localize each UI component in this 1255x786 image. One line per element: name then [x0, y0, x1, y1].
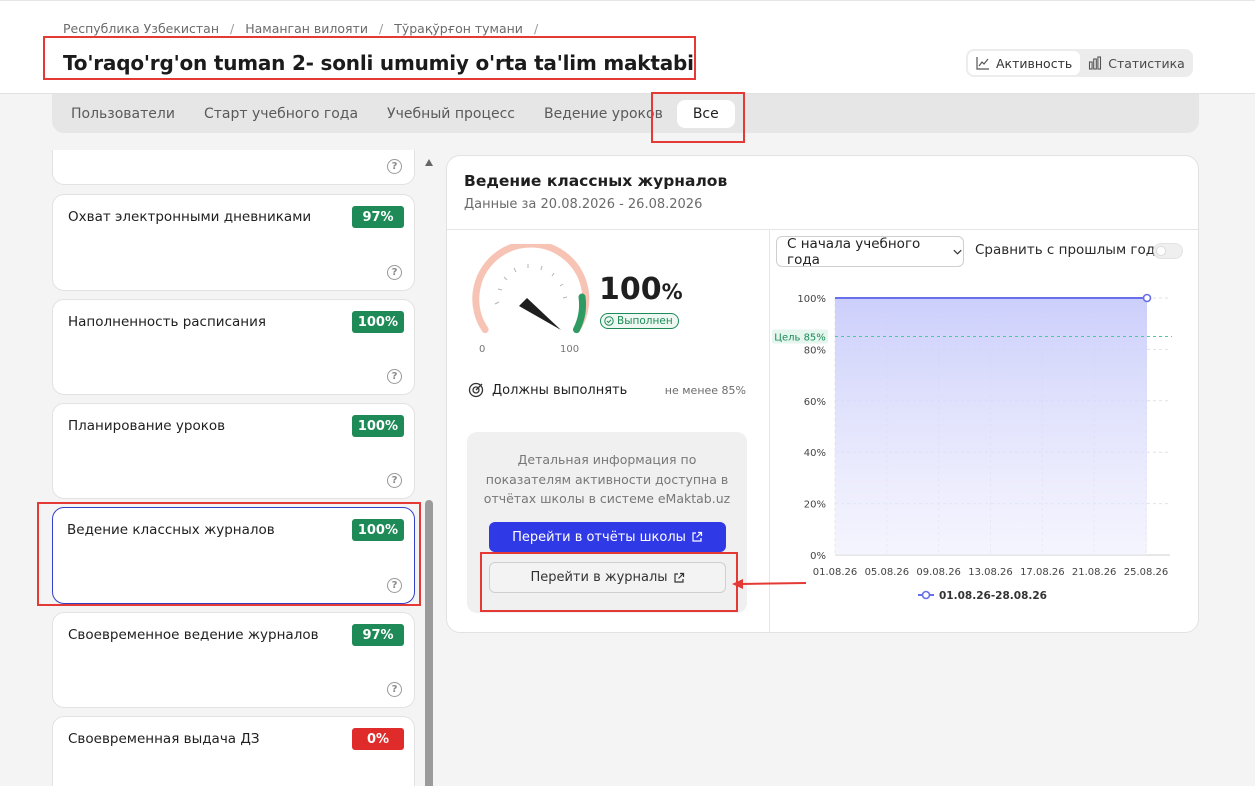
gauge-chart: 0 100	[472, 244, 590, 355]
breadcrumb-separator: /	[378, 21, 384, 36]
help-icon[interactable]: ?	[387, 265, 402, 280]
metric-card-timely-homework[interactable]: Своевременная выдача ДЗ 0%	[52, 716, 415, 786]
metric-card-timely-journals[interactable]: Своевременное ведение журналов 97% ?	[52, 612, 415, 708]
metric-label: Планирование уроков	[68, 418, 226, 434]
breadcrumb-separator: /	[533, 21, 539, 36]
y-tick-label: 20%	[804, 500, 826, 511]
check-circle-icon	[604, 316, 614, 326]
annotation-highlight-button	[480, 552, 738, 612]
annotation-highlight-card	[37, 502, 421, 606]
toggle-knob	[1156, 246, 1166, 256]
gauge-min-label: 0	[479, 344, 485, 355]
y-tick-label: 40%	[804, 448, 826, 459]
target-requirement: Должны выполнять	[468, 382, 627, 398]
series-end-point	[1142, 293, 1152, 303]
y-tick-label: 60%	[804, 397, 826, 408]
statistics-view-button[interactable]: Статистика	[1080, 51, 1193, 75]
view-toggle: Активность Статистика	[966, 49, 1193, 77]
statistics-view-label: Статистика	[1108, 55, 1185, 71]
x-tick-label: 25.08.26	[1124, 567, 1169, 578]
progress-chart: Цель 85% 0% 20% 40% 60% 80% 100% 01.08.26 05.0…	[772, 293, 1172, 602]
help-icon[interactable]: ?	[387, 369, 402, 384]
tab-learning-process[interactable]: Учебный процесс	[387, 100, 515, 128]
status-badge: Выполнен	[600, 313, 679, 329]
metric-label: Наполненность расписания	[68, 314, 266, 330]
external-link-icon	[692, 531, 703, 542]
metric-label: Своевременная выдача ДЗ	[68, 731, 260, 747]
activity-view-label: Активность	[996, 55, 1073, 71]
metric-label: Своевременное ведение журналов	[68, 627, 319, 643]
help-icon[interactable]: ?	[387, 159, 402, 174]
category-tabs: Пользователи Старт учебного года Учебный…	[52, 94, 1199, 133]
target-requirement-label: Должны выполнять	[492, 382, 628, 398]
x-tick-label: 17.08.26	[1020, 567, 1065, 578]
panel-date-range: Данные за 20.08.2026 - 26.08.2026	[464, 197, 703, 212]
info-text: Детальная информация по показателям акти…	[483, 452, 731, 506]
tab-lesson-management[interactable]: Ведение уроков	[544, 100, 663, 128]
compare-label: Сравнить с прошлым годом	[975, 242, 1174, 258]
breadcrumb-item-republic[interactable]: Республика Узбекистан	[63, 21, 219, 36]
chevron-down-icon	[953, 249, 962, 255]
target-icon	[468, 382, 484, 398]
compare-toggle[interactable]	[1153, 243, 1183, 259]
y-tick-label: 0%	[810, 551, 826, 562]
metrics-scrollbar[interactable]	[424, 155, 434, 786]
panel-title: Ведение классных журналов	[464, 172, 728, 190]
gauge-success-arc	[573, 293, 586, 334]
metric-label: Охват электронными дневниками	[68, 209, 312, 225]
metric-value-badge: 100%	[351, 415, 404, 437]
breadcrumb: Республика Узбекистан / Наманган вилояти /…	[63, 21, 549, 36]
metric-percentage: 100%	[599, 272, 683, 307]
target-requirement-value: не менее 85%	[664, 384, 746, 397]
breadcrumb-separator: /	[230, 21, 235, 36]
goal-label: Цель 85%	[774, 333, 826, 344]
gauge-needle	[519, 298, 561, 330]
divider	[447, 229, 1198, 230]
gauge-track	[472, 244, 590, 334]
annotation-highlight-title	[43, 36, 696, 80]
x-tick-label: 09.08.26	[916, 567, 961, 578]
period-select[interactable]: С начала учебного года	[776, 235, 964, 268]
go-to-school-reports-button[interactable]: Перейти в отчёты школы	[489, 522, 726, 552]
y-tick-label: 80%	[804, 345, 826, 356]
annotation-highlight-tab	[651, 92, 745, 143]
scrollbar-thumb[interactable]	[425, 500, 433, 786]
metric-card-diary-coverage[interactable]: Охват электронными дневниками 97% ?	[52, 194, 415, 291]
help-icon[interactable]: ?	[387, 473, 402, 488]
tab-school-year-start[interactable]: Старт учебного года	[204, 100, 358, 128]
x-tick-label: 13.08.26	[968, 567, 1013, 578]
metric-card-schedule-fill[interactable]: Наполненность расписания 100% ?	[52, 299, 415, 395]
bar-chart-icon	[1089, 56, 1102, 70]
metric-value-badge: 97%	[352, 624, 404, 646]
tab-users[interactable]: Пользователи	[71, 100, 175, 128]
line-chart-icon	[976, 57, 989, 70]
x-tick-label: 21.08.26	[1072, 567, 1117, 578]
status-text: Выполнен	[617, 315, 673, 327]
gauge-max-label: 100	[560, 344, 579, 355]
y-tick-label: 100%	[797, 294, 826, 305]
breadcrumb-item-region[interactable]: Наманган вилояти	[245, 21, 368, 36]
metrics-list: ? Охват электронными дневниками 97% ? На…	[52, 150, 416, 786]
help-icon[interactable]: ?	[387, 682, 402, 697]
go-to-school-reports-label: Перейти в отчёты школы	[512, 529, 686, 545]
x-tick-label: 01.08.26	[813, 567, 858, 578]
legend-marker	[921, 590, 931, 600]
scroll-up-arrow-icon[interactable]	[425, 159, 433, 166]
metric-percentage-value: 100	[599, 272, 662, 307]
metric-card-lesson-planning[interactable]: Планирование уроков 100% ?	[52, 403, 415, 499]
period-select-value: С начала учебного года	[787, 235, 921, 268]
activity-view-button[interactable]: Активность	[968, 51, 1081, 75]
metric-value-badge: 97%	[352, 206, 404, 228]
x-tick-label: 05.08.26	[865, 567, 910, 578]
metric-value-badge: 0%	[352, 728, 404, 750]
metric-card[interactable]: ?	[52, 150, 415, 185]
metric-percentage-unit: %	[661, 280, 683, 304]
breadcrumb-item-district[interactable]: Тўрақўрғон тумани	[394, 21, 523, 36]
legend-label: 01.08.26-28.08.26	[939, 590, 1047, 602]
metric-value-badge: 100%	[351, 311, 404, 333]
